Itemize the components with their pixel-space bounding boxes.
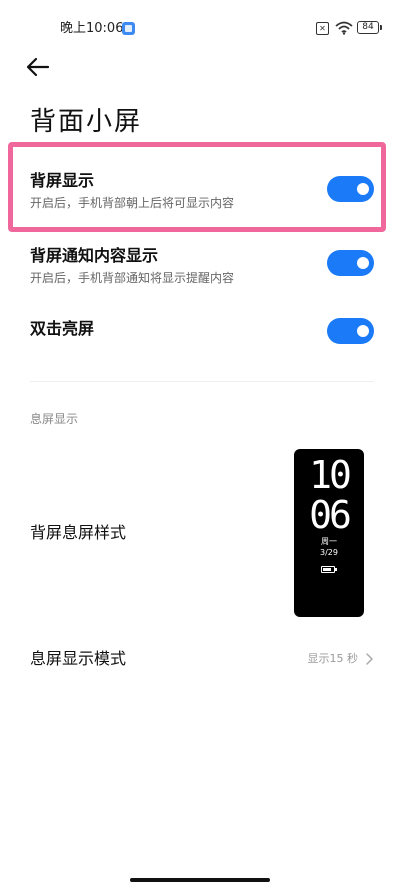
rear-notification-toggle[interactable] bbox=[327, 250, 374, 276]
divider bbox=[30, 381, 374, 382]
preview-date: 3/29 bbox=[320, 548, 338, 557]
aod-style-label[interactable]: 背屏息屏样式 bbox=[30, 522, 126, 544]
wifi-icon bbox=[335, 21, 353, 35]
status-bar: 晚上10:06 ✕ 84 bbox=[0, 20, 400, 40]
setting-title: 背屏显示 bbox=[30, 171, 95, 190]
preview-weekday: 周一 bbox=[321, 537, 337, 546]
rear-display-toggle[interactable] bbox=[327, 176, 374, 202]
sim-icon: ✕ bbox=[316, 22, 329, 35]
battery-icon bbox=[321, 566, 337, 573]
aod-mode-value: 显示15 秒 bbox=[307, 652, 359, 665]
aod-mode-label: 息屏显示模式 bbox=[30, 649, 127, 668]
setting-rear-display[interactable]: 背屏显示 开启后，手机背部朝上后将可显示内容 bbox=[30, 170, 374, 216]
settings-screen: 晚上10:06 ✕ 84 背面小屏 背屏显示 开启后，手机背部朝上后将可显示内容… bbox=[0, 0, 400, 889]
setting-rear-notification[interactable]: 背屏通知内容显示 开启后，手机背部通知将显示提醒内容 bbox=[30, 245, 374, 291]
section-label-aod: 息屏显示 bbox=[30, 412, 79, 426]
battery-icon: 84 bbox=[357, 21, 382, 34]
setting-title: 双击亮屏 bbox=[30, 319, 95, 338]
setting-desc: 开启后，手机背部朝上后将可显示内容 bbox=[30, 196, 235, 210]
aod-mode-row[interactable]: 息屏显示模式 显示15 秒 bbox=[30, 648, 374, 672]
page-title: 背面小屏 bbox=[30, 107, 143, 137]
preview-minute: 06 bbox=[309, 493, 352, 537]
status-time: 晚上10:06 bbox=[60, 21, 124, 36]
back-arrow-icon[interactable] bbox=[24, 54, 54, 80]
aod-style-preview[interactable]: 10 06 周一 3/29 bbox=[294, 449, 364, 617]
setting-desc: 开启后，手机背部通知将显示提醒内容 bbox=[30, 271, 235, 285]
chevron-right-icon bbox=[366, 653, 373, 665]
double-tap-wake-toggle[interactable] bbox=[327, 318, 374, 344]
notification-app-icon bbox=[122, 22, 135, 35]
setting-double-tap-wake[interactable]: 双击亮屏 bbox=[30, 318, 374, 346]
home-indicator[interactable] bbox=[130, 878, 270, 882]
preview-hour: 10 bbox=[309, 453, 352, 497]
setting-title: 背屏通知内容显示 bbox=[30, 246, 159, 265]
